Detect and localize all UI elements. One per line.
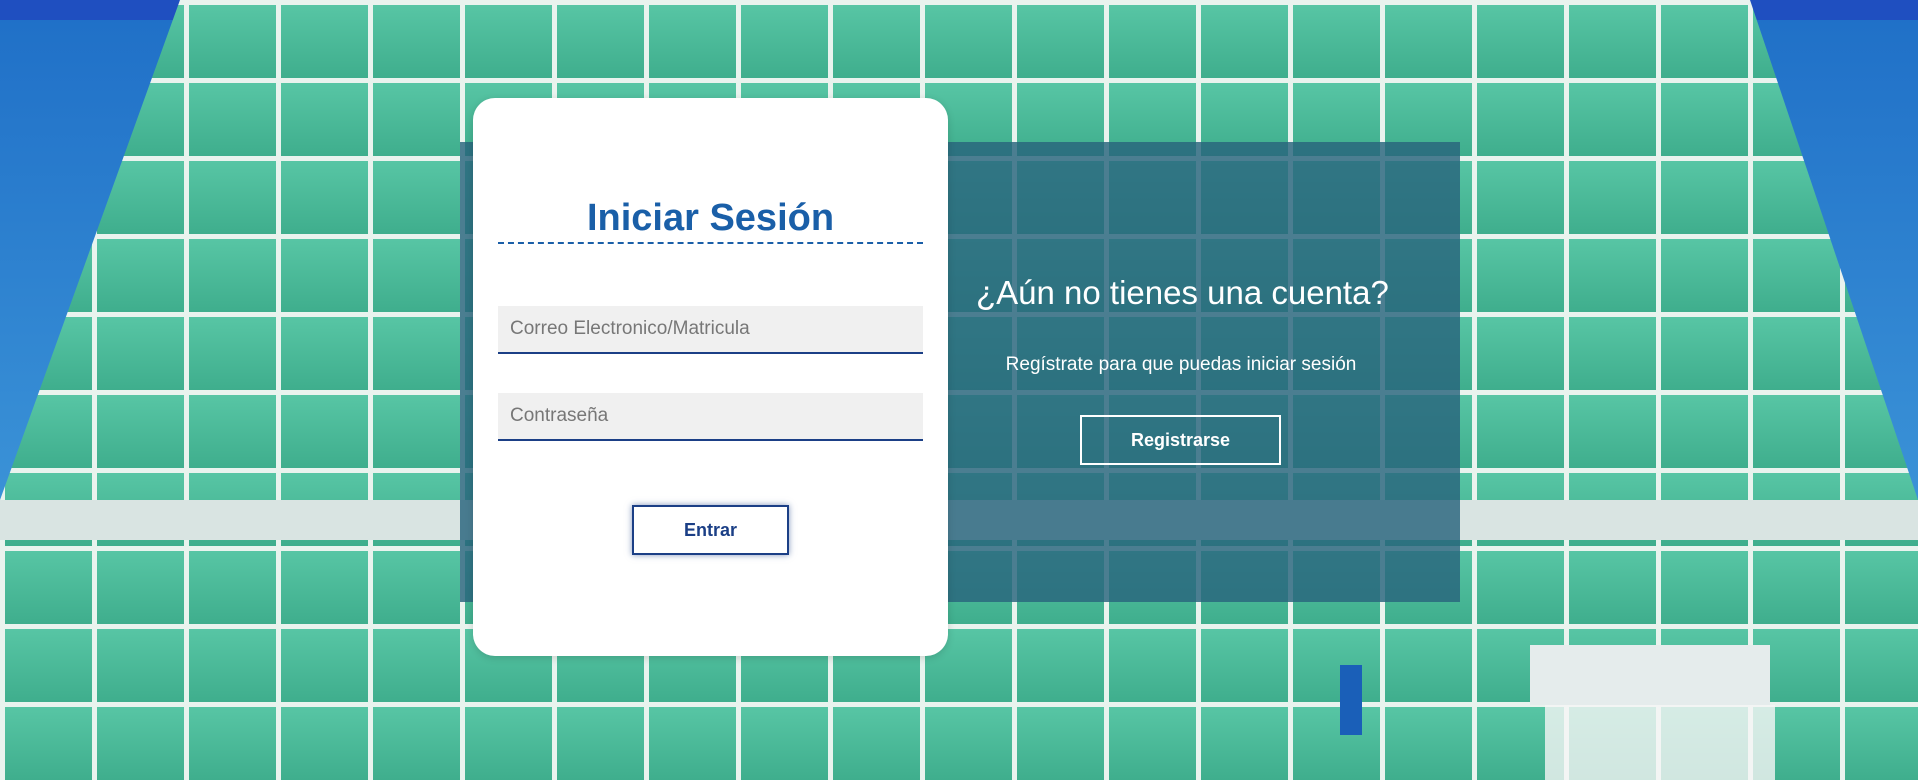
register-button[interactable]: Registrarse — [1080, 415, 1281, 465]
register-question: ¿Aún no tienes una cuenta? — [976, 274, 1389, 311]
password-field[interactable] — [498, 393, 923, 441]
login-card: Iniciar Sesión Entrar — [473, 98, 948, 656]
login-page: Iniciar Sesión Entrar ¿Aún no tienes una… — [0, 0, 1918, 780]
email-field[interactable] — [498, 306, 923, 354]
login-title: Iniciar Sesión — [498, 196, 923, 244]
enter-button[interactable]: Entrar — [632, 505, 789, 555]
register-section: ¿Aún no tienes una cuenta? Regístrate pa… — [948, 142, 1460, 602]
register-description: Regístrate para que puedas iniciar sesió… — [1005, 354, 1357, 375]
